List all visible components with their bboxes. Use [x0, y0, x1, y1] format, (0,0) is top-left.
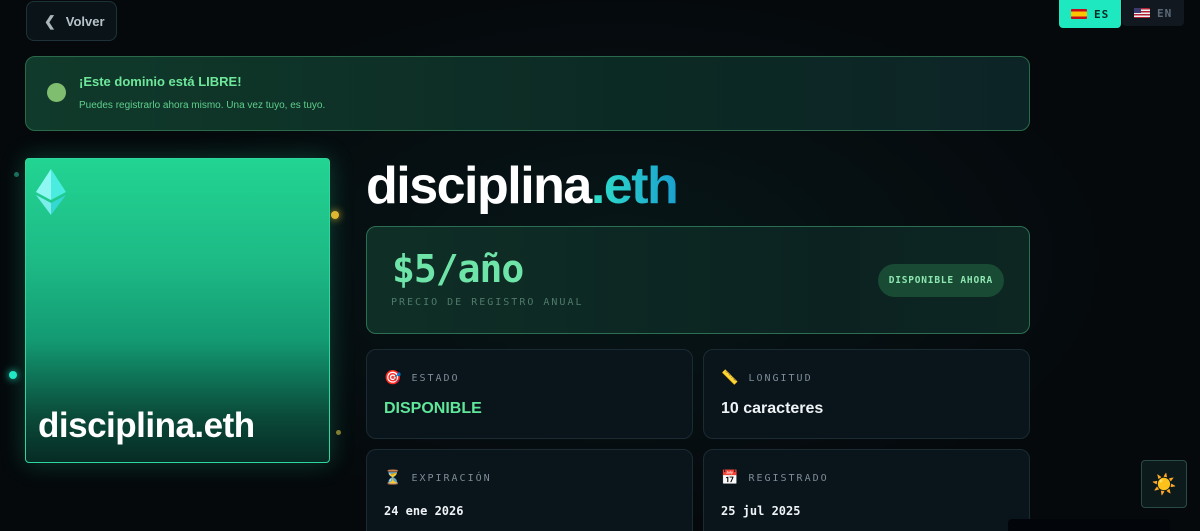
- stat-card-registered: 📅 REGISTRADO 25 jul 2025: [703, 449, 1030, 531]
- bottom-bar: [1008, 519, 1170, 531]
- stat-card-length: 📏 LONGITUD 10 caracteres: [703, 349, 1030, 439]
- status-dot-icon: [47, 83, 66, 102]
- stat-value: 10 caracteres: [721, 400, 824, 417]
- sun-icon: ☀️: [1151, 473, 1177, 496]
- ethereum-icon: [36, 169, 66, 220]
- price-panel: $5/año PRECIO DE REGISTRO ANUAL DISPONIB…: [366, 226, 1030, 334]
- stat-label: ESTADO: [411, 372, 460, 384]
- hourglass-icon: ⏳: [384, 470, 404, 486]
- ruler-icon: 📏: [721, 370, 741, 386]
- card-domain-name: disciplina.eth: [38, 406, 255, 445]
- price-label: PRECIO DE REGISTRO ANUAL: [391, 297, 584, 308]
- stat-card-expiration: ⏳ EXPIRACIÓN 24 ene 2026: [366, 449, 693, 531]
- domain-title: disciplina.eth: [366, 156, 679, 216]
- domain-card: disciplina.eth: [25, 158, 330, 463]
- availability-alert: ¡Este dominio está LIBRE! Puedes registr…: [25, 56, 1030, 131]
- domain-tld: .eth: [590, 157, 679, 215]
- language-es-button[interactable]: ES: [1059, 0, 1121, 28]
- language-en-button[interactable]: EN: [1122, 0, 1184, 26]
- target-icon: 🎯: [384, 370, 404, 386]
- price-value: $5/año: [392, 247, 524, 291]
- calendar-icon: 📅: [721, 470, 741, 486]
- alert-message: Puedes registrarlo ahora mismo. Una vez …: [79, 100, 326, 111]
- alert-title: ¡Este dominio está LIBRE!: [79, 74, 242, 89]
- glow-dot: [9, 371, 17, 379]
- back-button[interactable]: ❮ Volver: [26, 1, 117, 41]
- glow-dot: [14, 172, 19, 177]
- stat-label: EXPIRACIÓN: [411, 472, 492, 484]
- language-en-label: EN: [1157, 6, 1173, 20]
- glow-dot: [336, 430, 341, 435]
- language-es-label: ES: [1094, 7, 1110, 21]
- stat-label: REGISTRADO: [748, 472, 829, 484]
- theme-toggle-button[interactable]: ☀️: [1141, 460, 1187, 508]
- stat-card-status: 🎯 ESTADO DISPONIBLE: [366, 349, 693, 439]
- stat-label: LONGITUD: [748, 372, 813, 384]
- spain-flag-icon: [1071, 9, 1087, 19]
- back-label: Volver: [65, 13, 105, 29]
- domain-name: disciplina: [366, 157, 592, 215]
- us-flag-icon: [1134, 8, 1150, 18]
- stat-value: 25 jul 2025: [721, 504, 801, 518]
- stat-value: 24 ene 2026: [384, 504, 464, 518]
- stat-value: DISPONIBLE: [384, 400, 482, 417]
- availability-badge: DISPONIBLE AHORA: [877, 264, 1004, 297]
- glow-dot: [331, 211, 339, 219]
- chevron-left-icon: ❮: [44, 12, 56, 29]
